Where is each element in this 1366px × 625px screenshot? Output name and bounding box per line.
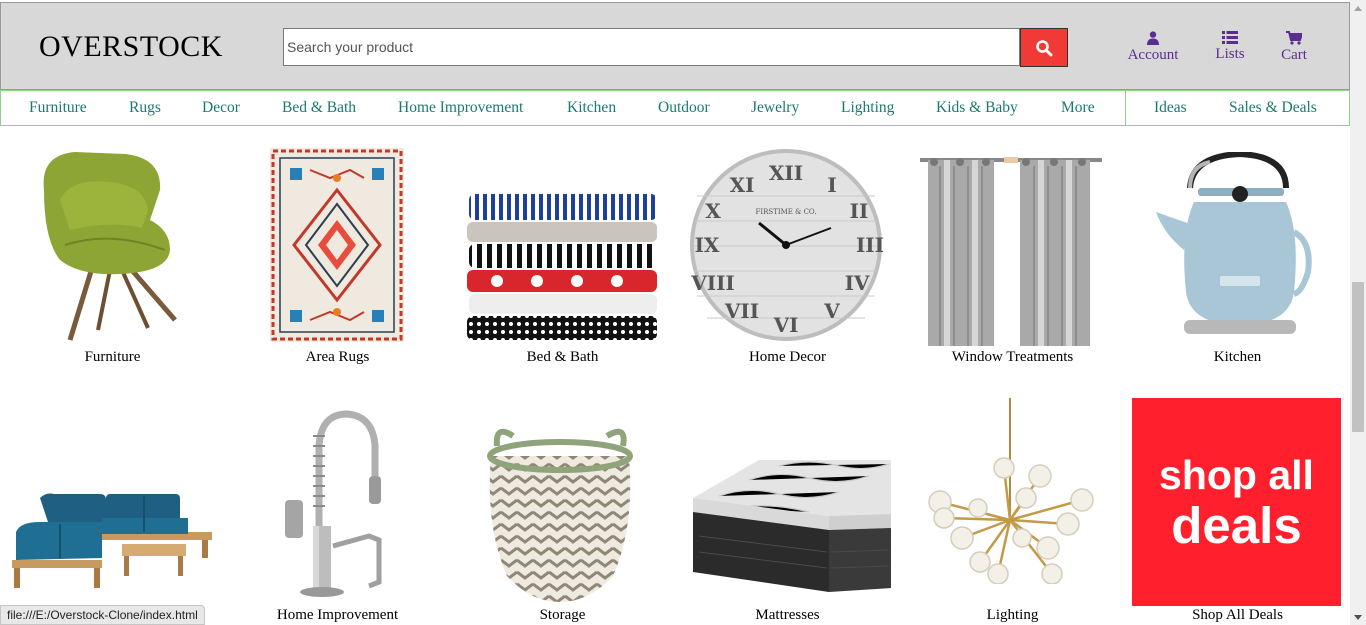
chair-image [43, 152, 177, 341]
svg-text:III: III [856, 233, 884, 257]
svg-text:VI: VI [773, 313, 799, 337]
kettle-image [1156, 152, 1312, 334]
tile-label: Home Decor [748, 349, 827, 365]
category-tile-bed-bath[interactable]: Bed & Bath [450, 140, 675, 370]
tile-label: Lighting [986, 607, 1039, 623]
nav-item-outdoor[interactable]: Outdoor [658, 99, 710, 117]
svg-text:FIRSTIME & CO.: FIRSTIME & CO. [756, 208, 817, 216]
svg-text:II: II [850, 199, 869, 223]
nav-item-furniture[interactable]: Furniture [29, 99, 87, 117]
tile-label: Shop All Deals [1192, 607, 1283, 623]
search-icon [1036, 39, 1053, 56]
category-nav: Furniture Rugs Decor Bed & Bath Home Imp… [0, 90, 1350, 126]
lists-icon [1222, 31, 1238, 44]
sofa-image [12, 493, 212, 588]
nav-item-kids-baby[interactable]: Kids & Baby [936, 99, 1018, 117]
category-tile-mattresses[interactable]: Mattresses [675, 398, 900, 625]
svg-text:V: V [823, 299, 840, 323]
promo-banner[interactable]: shop all deals [1132, 398, 1341, 606]
nav-item-jewelry[interactable]: Jewelry [751, 99, 799, 117]
tile-label: Home Improvement [276, 607, 399, 623]
category-tile-lighting[interactable]: Lighting [900, 398, 1125, 625]
nav-item-decor[interactable]: Decor [202, 99, 240, 117]
tile-label: Window Treatments [951, 349, 1074, 365]
nav-item-sales-deals[interactable]: Sales & Deals [1229, 99, 1317, 117]
scroll-up-icon[interactable] [1350, 0, 1366, 16]
tile-label: Area Rugs [305, 349, 370, 365]
promo-line-1: shop all [1159, 452, 1314, 498]
account-label: Account [1127, 47, 1179, 63]
chandelier-image [928, 398, 1094, 584]
lists-label: Lists [1215, 46, 1245, 62]
cart-icon [1286, 31, 1302, 45]
account-link[interactable]: Account [1124, 31, 1182, 64]
curtains-image [920, 157, 1102, 346]
promo-line-2: deals [1171, 497, 1302, 554]
link-status-bar: file:///E:/Overstock-Clone/index.html [0, 605, 205, 625]
category-tile-home-improvement[interactable]: Home Improvement [225, 398, 450, 625]
nav-item-home-improvement[interactable]: Home Improvement [398, 99, 523, 117]
svg-text:IV: IV [845, 271, 870, 295]
account-icon [1147, 31, 1159, 45]
scrollbar-thumb[interactable] [1352, 282, 1364, 432]
faucet-image [285, 410, 382, 597]
category-tile-window-treatments[interactable]: Window Treatments [900, 140, 1125, 370]
svg-text:XI: XI [730, 173, 755, 197]
nav-item-rugs[interactable]: Rugs [129, 99, 161, 117]
nav-item-more[interactable]: More [1061, 99, 1095, 117]
site-logo[interactable]: OVERSTOCK [39, 30, 223, 64]
lists-link[interactable]: Lists [1209, 31, 1251, 63]
category-tile-furniture[interactable]: Furniture [0, 140, 225, 370]
rug-image [270, 148, 404, 342]
svg-text:VIII: VIII [690, 271, 735, 295]
tile-label: Storage [539, 607, 586, 623]
category-tile-storage[interactable]: Storage [450, 398, 675, 625]
svg-text:VII: VII [724, 299, 759, 323]
site-header: OVERSTOCK Account Lists Cart [0, 2, 1350, 90]
category-tile-area-rugs[interactable]: Area Rugs [225, 140, 450, 370]
category-tile-outdoor[interactable] [0, 398, 225, 625]
towels-image [467, 194, 657, 340]
nav-divider [1125, 91, 1126, 125]
tile-label: Mattresses [755, 607, 820, 623]
cart-label: Cart [1281, 47, 1307, 63]
category-tile-kitchen[interactable]: Kitchen [1125, 140, 1350, 370]
nav-item-ideas[interactable]: Ideas [1154, 99, 1187, 117]
nav-item-bed-bath[interactable]: Bed & Bath [282, 99, 356, 117]
scrollbar[interactable] [1350, 0, 1366, 625]
category-tile-shop-all-deals[interactable]: shop all deals Shop All Deals [1125, 398, 1350, 625]
svg-text:IX: IX [695, 233, 720, 257]
search-input[interactable] [283, 28, 1020, 66]
category-tile-home-decor[interactable]: XII I II III IV V VI VII VIII IX X XI FIRSTIME & … [675, 140, 900, 370]
tile-label: Furniture [84, 349, 141, 365]
basket-image [487, 428, 633, 602]
mattress-image [693, 460, 891, 592]
tile-label: Kitchen [1213, 349, 1262, 365]
search-button[interactable] [1020, 28, 1068, 67]
tile-label: Bed & Bath [526, 349, 599, 365]
nav-item-kitchen[interactable]: Kitchen [567, 99, 616, 117]
clock-image: XII IIIIII IVVVIVII VIIIIXXXI FIRSTIME & … [690, 149, 884, 341]
svg-text:XII: XII [769, 161, 803, 185]
svg-text:X: X [705, 199, 721, 223]
cart-link[interactable]: Cart [1277, 31, 1311, 64]
svg-text:I: I [827, 173, 836, 197]
scroll-down-icon[interactable] [1350, 609, 1366, 625]
nav-item-lighting[interactable]: Lighting [841, 99, 894, 117]
